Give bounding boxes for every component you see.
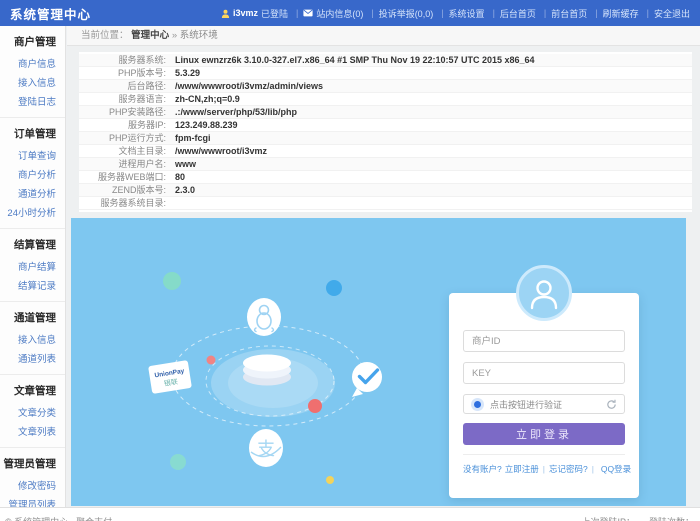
nav-item-settings[interactable]: 系统设置 [449, 7, 500, 20]
sidebar-item-merchant-info[interactable]: 商户信息 [0, 53, 56, 72]
last-login-label: 上次登陆IP： [581, 515, 635, 521]
table-row: 后台路径:/www/wwwroot/i3vmz/admin/views [79, 80, 692, 93]
page-title: 系统管理中心 [10, 4, 91, 23]
table-row: PHP运行方式:fpm-fcgi [79, 132, 692, 145]
section-title: 商户管理 [0, 34, 56, 49]
user-icon [221, 9, 230, 18]
section-title: 通道管理 [0, 310, 56, 325]
alipay-icon: 支 [249, 429, 283, 467]
no-account-text: 没有账户? [463, 463, 502, 475]
sidebar-item-article-categories[interactable]: 文章分类 [0, 402, 56, 421]
login-card: 点击按钮进行验证 立即登录 没有账户? 立即注册 | 忘记密码? | QQ登录 [449, 293, 639, 498]
breadcrumb-separator: » [172, 30, 177, 41]
section-title: 结算管理 [0, 237, 56, 252]
login-status: 已登陆 [261, 7, 288, 20]
dot-yellow [326, 476, 334, 484]
dot-green [163, 272, 181, 290]
table-row: PHP版本号:5.3.29 [79, 67, 692, 80]
main-content: 当前位置： 管理中心 » 系统环境 服务器系统:Linux ewnzrz6k 3… [67, 26, 700, 507]
logged-in-user: i3vmz 已登陆 [221, 7, 303, 20]
register-link[interactable]: 立即注册 [505, 463, 539, 475]
login-count-label: 登陆次数： [649, 515, 694, 521]
sidebar-item-admin-list[interactable]: 管理员列表 [0, 494, 56, 507]
avatar [516, 265, 572, 321]
sidebar-section-admins: 管理员管理 修改密码 管理员列表 登陆日志 [0, 448, 65, 507]
section-title: 文章管理 [0, 383, 56, 398]
key-input[interactable] [463, 362, 625, 384]
sidebar-section-articles: 文章管理 文章分类 文章列表 [0, 375, 65, 448]
avatar-person-icon [527, 276, 561, 310]
header-nav: i3vmz 已登陆 站内信息(0) 投诉举报(0,0) 系统设置 后台首页 前台… [221, 7, 690, 20]
sidebar-item-channel-access[interactable]: 接入信息 [0, 329, 56, 348]
sidebar-section-settlement: 结算管理 商户结算 结算记录 [0, 229, 65, 302]
table-row: 服务器WEB端口:80 [79, 171, 692, 184]
breadcrumb-prefix: 当前位置： [81, 30, 129, 41]
table-row: 服务器系统:Linux ewnzrz6k 3.10.0-327.el7.x86_… [79, 54, 692, 67]
login-banner: UnionPay 银联 支 [71, 218, 686, 506]
captcha-button[interactable]: 点击按钮进行验证 [463, 394, 625, 414]
sidebar: 商户管理 商户信息 接入信息 登陆日志 订单管理 订单查询 商户分析 通道分析 … [0, 26, 66, 507]
login-footer-links: 没有账户? 立即注册 | 忘记密码? | QQ登录 [463, 463, 625, 475]
breadcrumb-section-link[interactable]: 管理中心 [131, 30, 169, 41]
sidebar-section-orders: 订单管理 订单查询 商户分析 通道分析 24小时分析 [0, 118, 65, 229]
sidebar-item-merchant-settlement[interactable]: 商户结算 [0, 256, 56, 275]
dot-red [308, 399, 322, 413]
dot-red-small [207, 356, 216, 365]
nav-item-complaints[interactable]: 投诉举报(0,0) [379, 7, 449, 20]
table-row: 文档主目录:/www/wwwroot/i3vmz [79, 145, 692, 158]
table-row: 服务器语言:zh-CN,zh;q=0.9 [79, 93, 692, 106]
nav-item-refresh-cache[interactable]: 刷新缓存 [603, 7, 654, 20]
forgot-password-link[interactable]: 忘记密码? [549, 463, 588, 475]
sidebar-item-channel-list[interactable]: 通道列表 [0, 348, 56, 367]
breadcrumb: 当前位置： 管理中心 » 系统环境 [67, 26, 700, 46]
table-row: 服务器系统目录: [79, 197, 692, 210]
divider [463, 454, 625, 455]
unionpay-card-icon: UnionPay 银联 [148, 360, 192, 394]
sidebar-item-login-log[interactable]: 登陆日志 [0, 91, 56, 110]
footer-copyright: © 系统管理中心 - 聚合支付 [5, 515, 112, 521]
section-title: 管理员管理 [0, 456, 56, 471]
sidebar-item-settlement-records[interactable]: 结算记录 [0, 275, 56, 294]
merchant-id-input[interactable] [463, 330, 625, 352]
system-info-panel: 服务器系统:Linux ewnzrz6k 3.10.0-327.el7.x86_… [79, 52, 692, 212]
page-footer: © 系统管理中心 - 聚合支付 上次登陆IP： 登陆次数： [0, 507, 700, 521]
breadcrumb-current: 系统环境 [180, 30, 218, 41]
refresh-icon[interactable] [606, 399, 617, 410]
captcha-text: 点击按钮进行验证 [490, 398, 562, 411]
captcha-verify-icon [471, 398, 484, 411]
nav-item-messages[interactable]: 站内信息(0) [303, 7, 378, 20]
mail-icon [303, 9, 313, 17]
user-name: i3vmz [233, 8, 258, 18]
section-title: 订单管理 [0, 126, 56, 141]
nav-item-logout[interactable]: 安全退出 [654, 7, 690, 20]
nav-item-front-home[interactable]: 前台首页 [551, 7, 602, 20]
sidebar-item-24h-analysis[interactable]: 24小时分析 [0, 202, 56, 221]
sidebar-item-order-query[interactable]: 订单查询 [0, 145, 56, 164]
sidebar-item-article-list[interactable]: 文章列表 [0, 421, 56, 440]
coins-icon [243, 355, 291, 386]
app-header: 系统管理中心 i3vmz 已登陆 站内信息(0) 投诉举报(0,0) 系统设置 … [0, 0, 700, 26]
login-button[interactable]: 立即登录 [463, 423, 625, 445]
sidebar-item-access-info[interactable]: 接入信息 [0, 72, 56, 91]
nav-item-admin-home[interactable]: 后台首页 [500, 7, 551, 20]
sidebar-item-channel-analysis[interactable]: 通道分析 [0, 183, 56, 202]
sidebar-item-merchant-analysis[interactable]: 商户分析 [0, 164, 56, 183]
sidebar-item-change-password[interactable]: 修改密码 [0, 475, 56, 494]
dot-blue [326, 280, 342, 296]
table-row: PHP安装路径:.:/www/server/php/53/lib/php [79, 106, 692, 119]
table-row: ZEND版本号:2.3.0 [79, 184, 692, 197]
sidebar-section-merchant: 商户管理 商户信息 接入信息 登陆日志 [0, 26, 65, 118]
dot-teal [170, 454, 186, 470]
qq-login-link[interactable]: QQ登录 [601, 463, 631, 475]
table-row: 服务器IP:123.249.88.239 [79, 119, 692, 132]
table-row: 进程用户名:www [79, 158, 692, 171]
qq-icon [247, 298, 281, 336]
checkmark-icon [352, 362, 382, 397]
sidebar-section-channels: 通道管理 接入信息 通道列表 [0, 302, 65, 375]
